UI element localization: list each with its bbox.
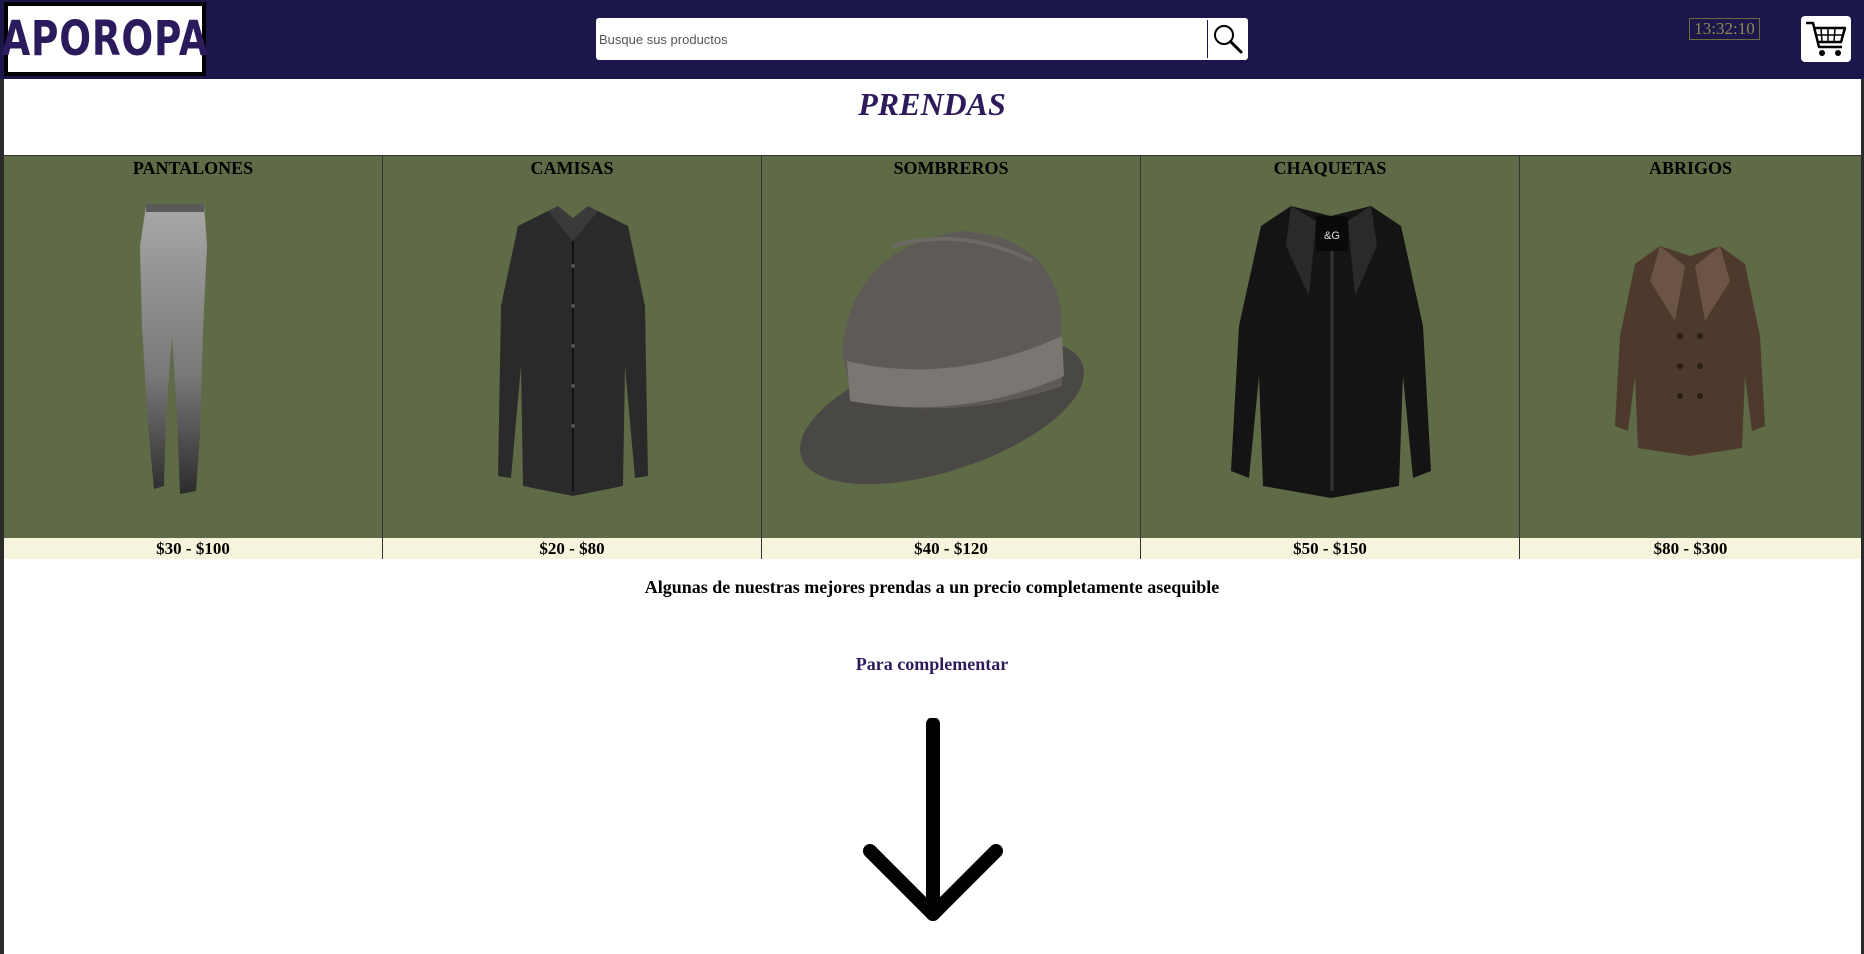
search-bar bbox=[596, 18, 1248, 60]
page-title: PRENDAS bbox=[858, 86, 1006, 122]
category-name: SOMBREROS bbox=[893, 158, 1009, 178]
tagline: Algunas de nuestras mejores prendas a un… bbox=[644, 577, 1220, 597]
complement-heading: Para complementar bbox=[855, 654, 1009, 674]
category-card-abrigos[interactable]: ABRIGOS $80 - $300 bbox=[1520, 156, 1861, 559]
category-price: $30 - $100 bbox=[4, 538, 382, 559]
category-name: CHAQUETAS bbox=[1273, 158, 1387, 178]
search-input[interactable] bbox=[596, 18, 1206, 60]
coat-image bbox=[1615, 246, 1765, 456]
arrow-down-icon[interactable] bbox=[862, 718, 1004, 924]
category-price: $40 - $120 bbox=[762, 538, 1140, 559]
category-card-camisas[interactable]: CAMISAS $20 - $80 bbox=[383, 156, 762, 559]
svg-text:&G: &G bbox=[1324, 230, 1340, 242]
clock: 13:32:10 bbox=[1689, 18, 1760, 40]
cart-icon bbox=[1806, 21, 1847, 56]
category-name: CAMISAS bbox=[530, 158, 614, 178]
jacket-image: &G bbox=[1231, 206, 1431, 498]
search-button[interactable] bbox=[1207, 20, 1247, 58]
site-header: APOROPA 13:32:10 bbox=[0, 0, 1864, 79]
category-price: $80 - $300 bbox=[1520, 538, 1861, 559]
category-card-sombreros[interactable]: SOMBREROS $40 - $120 bbox=[762, 156, 1141, 559]
category-name: ABRIGOS bbox=[1648, 158, 1733, 178]
logo-text: APOROPA bbox=[1, 11, 209, 67]
category-card-pantalones[interactable]: PANTALONES $30 - $100 bbox=[4, 156, 383, 559]
search-icon bbox=[1213, 25, 1242, 54]
category-price: $20 - $80 bbox=[383, 538, 761, 559]
category-grid: PANTALONES $30 - $100 CAMISAS $20 - $80 bbox=[4, 155, 1861, 559]
hat-image bbox=[800, 231, 1084, 485]
category-price: $50 - $150 bbox=[1141, 538, 1519, 559]
shirt-image bbox=[498, 206, 648, 496]
category-card-chaquetas[interactable]: CHAQUETAS &G $50 - $150 bbox=[1141, 156, 1520, 559]
category-name: PANTALONES bbox=[132, 158, 254, 178]
pants-image bbox=[140, 204, 207, 494]
logo[interactable]: APOROPA bbox=[1, 2, 209, 76]
cart-button[interactable] bbox=[1801, 16, 1851, 62]
